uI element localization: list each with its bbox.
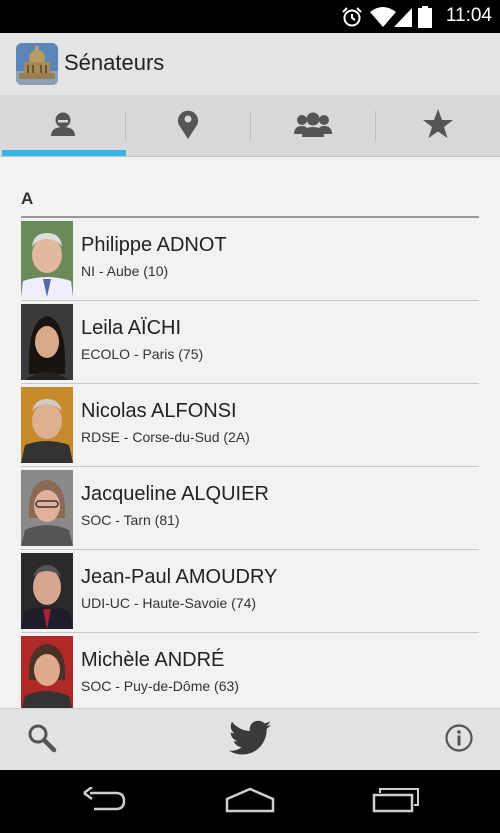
- senator-name: Jacqueline ALQUIER: [81, 483, 269, 505]
- back-icon: [80, 786, 128, 817]
- clock: 11:04: [445, 5, 492, 26]
- section-header: A: [21, 189, 34, 208]
- senator-name: Nicolas ALFONSI: [81, 400, 237, 422]
- info-button[interactable]: [438, 709, 480, 771]
- senator-name: Philippe ADNOT: [81, 234, 227, 256]
- senator-row[interactable]: Nicolas ALFONSI RDSE - Corse-du-Sud (2A): [21, 384, 479, 467]
- senator-row[interactable]: Michèle ANDRÉ SOC - Puy-de-Dôme (63): [21, 633, 479, 708]
- home-icon: [225, 787, 275, 817]
- info-icon: [444, 723, 474, 757]
- senator-photo: [21, 304, 73, 380]
- senator-detail: RDSE - Corse-du-Sud (2A): [81, 429, 250, 445]
- senator-photo: [21, 221, 73, 297]
- back-button[interactable]: [78, 784, 130, 820]
- senator-detail: ECOLO - Paris (75): [81, 346, 204, 362]
- senator-list[interactable]: A Philippe ADNOT NI - Aube (10) Leila AÏ…: [0, 157, 500, 708]
- tab-senators[interactable]: [0, 95, 125, 157]
- star-icon: [422, 108, 454, 144]
- senator-detail: SOC - Puy-de-Dôme (63): [81, 678, 239, 694]
- alarm-icon: [341, 6, 363, 32]
- senator-photo: [21, 636, 73, 708]
- action-bar: Sénateurs: [0, 33, 500, 95]
- recent-apps-icon: [372, 787, 420, 817]
- app-title: Sénateurs: [64, 50, 165, 75]
- tab-bar: [0, 95, 500, 157]
- twitter-button[interactable]: [226, 709, 274, 771]
- bottom-action-bar: [0, 708, 500, 770]
- senate-building-icon[interactable]: [16, 43, 58, 85]
- senator-name: Leila AÏCHI: [81, 317, 182, 339]
- senator-detail: SOC - Tarn (81): [81, 512, 180, 528]
- senator-row[interactable]: Philippe ADNOT NI - Aube (10): [21, 218, 479, 301]
- senator-photo: [21, 387, 73, 463]
- status-bar: 11:04: [0, 0, 500, 33]
- senator-row[interactable]: Jean-Paul AMOUDRY UDI-UC - Haute-Savoie …: [21, 550, 479, 633]
- recent-apps-button[interactable]: [370, 784, 422, 820]
- twitter-icon: [229, 720, 271, 760]
- senator-name: Jean-Paul AMOUDRY: [81, 566, 278, 588]
- senator-photo: [21, 553, 73, 629]
- senator-row[interactable]: Jacqueline ALQUIER SOC - Tarn (81): [21, 467, 479, 550]
- tab-groups[interactable]: [250, 95, 375, 157]
- group-icon: [293, 110, 332, 142]
- senator-detail: UDI-UC - Haute-Savoie (74): [81, 595, 257, 611]
- search-icon: [27, 723, 57, 757]
- tab-favorites[interactable]: [375, 95, 500, 157]
- senator-row[interactable]: Leila AÏCHI ECOLO - Paris (75): [21, 301, 479, 384]
- tab-selected-indicator: [2, 150, 126, 156]
- senator-photo: [21, 470, 73, 546]
- tab-map[interactable]: [125, 95, 250, 157]
- home-button[interactable]: [224, 784, 276, 820]
- senator-detail: NI - Aube (10): [81, 263, 169, 279]
- location-pin-icon: [176, 108, 200, 144]
- person-icon: [49, 110, 77, 142]
- search-button[interactable]: [20, 709, 64, 771]
- battery-icon: [418, 6, 432, 32]
- senator-name: Michèle ANDRÉ: [81, 649, 225, 671]
- signal-icon: [393, 6, 413, 32]
- system-nav-bar: [0, 770, 500, 833]
